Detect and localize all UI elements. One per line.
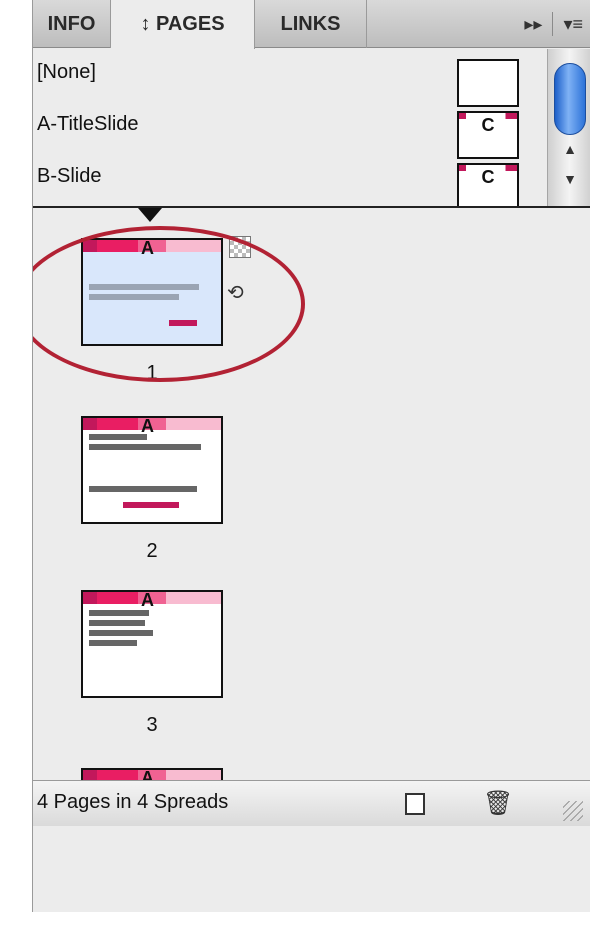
highlight-circle: [33, 226, 305, 382]
master-label: B-Slide: [37, 165, 102, 187]
master-label: A-TitleSlide: [37, 113, 139, 135]
master-thumbnail[interactable]: C: [457, 163, 519, 206]
new-page-icon[interactable]: [405, 793, 425, 815]
masters-scrollbar[interactable]: ▲ ▼: [547, 49, 590, 206]
resize-grip-icon[interactable]: [563, 801, 583, 821]
tab-pages[interactable]: ↕ PAGES: [111, 0, 255, 49]
page-text-line: [89, 620, 145, 626]
master-thumbnail[interactable]: [457, 59, 519, 107]
trash-icon[interactable]: 🗑: [483, 789, 513, 818]
status-text: 4 Pages in 4 Spreads: [37, 791, 229, 813]
tab-bar: INFO ↕ PAGES LINKS ▸▸ ▾≡: [33, 0, 590, 49]
masters-section: [None] A-TitleSlide C B-Slide C ▲ ▼: [33, 49, 590, 206]
page-thumbnail-2[interactable]: A: [81, 416, 223, 524]
panel-footer: 4 Pages in 4 Spreads 🗑: [33, 780, 590, 826]
scroll-down-icon[interactable]: ▼: [548, 165, 590, 193]
page-thumbnail-3[interactable]: A: [81, 590, 223, 698]
page-master-letter: A: [141, 590, 154, 610]
page-number: 3: [146, 714, 158, 736]
page-thumbnail-4[interactable]: A: [81, 768, 223, 780]
window-background: [0, 912, 590, 940]
page-text-line: [89, 640, 137, 646]
tab-info[interactable]: INFO: [33, 0, 111, 48]
page-text-line: [89, 486, 197, 492]
panel-menu-icon[interactable]: ▾≡: [563, 14, 583, 35]
master-thumb-letter: C: [481, 167, 495, 187]
master-thumbnail[interactable]: C: [457, 111, 519, 159]
scroll-up-icon[interactable]: ▲: [548, 135, 590, 163]
spread-spine-marker-icon: [138, 208, 162, 222]
page-number: 2: [146, 540, 158, 562]
page-text-line: [89, 610, 149, 616]
panel-tools: ▸▸ ▾≡: [524, 0, 583, 48]
tab-links[interactable]: LINKS: [255, 0, 367, 48]
master-item-none[interactable]: [None]: [33, 49, 543, 107]
pages-panel: INFO ↕ PAGES LINKS ▸▸ ▾≡ [None] A-TitleS…: [32, 0, 590, 912]
tool-separator: [552, 12, 554, 36]
masters-scroll-thumb[interactable]: [554, 63, 586, 135]
forward-icon[interactable]: ▸▸: [524, 14, 542, 35]
page-text-line: [89, 630, 153, 636]
page-text-line: [89, 444, 201, 450]
master-label: [None]: [37, 61, 96, 83]
master-item-b-slide[interactable]: B-Slide C: [33, 153, 543, 206]
page-text-line: [89, 434, 147, 440]
master-item-a-titleslide[interactable]: A-TitleSlide C: [33, 101, 543, 159]
master-thumb-letter: C: [481, 115, 495, 135]
page-graphic: [123, 502, 179, 508]
pages-section: A ⟲ 1 A 2 A 3 A: [33, 208, 547, 780]
page-master-letter: A: [141, 768, 154, 780]
